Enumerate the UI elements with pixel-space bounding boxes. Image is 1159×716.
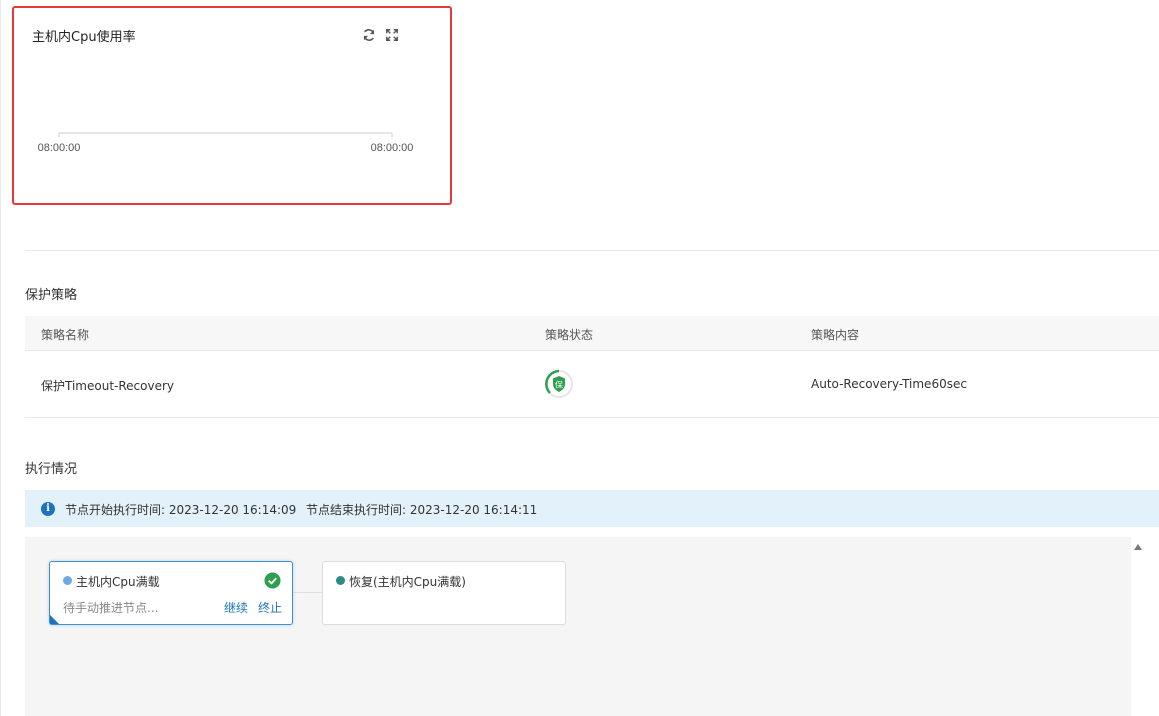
x-tick-label: 08:00:00 [38,142,81,154]
node-start-time: 节点开始执行时间: 2023-12-20 16:14:09 [65,503,297,517]
column-header-name: 策略名称 [41,328,90,342]
table-row: 保护Timeout-Recovery 保 Auto-Recovery-Time6… [25,351,1159,418]
flow-node-recovery[interactable]: 恢复(主机内Cpu满载) [322,561,566,625]
flow-connector [293,592,322,593]
info-icon: i [41,502,55,516]
strategy-section-title: 保护策略 [25,288,78,303]
node-status-dot [336,576,345,585]
node-title: 恢复(主机内Cpu满载) [349,575,466,589]
node-status-text: 待手动推进节点... [63,601,159,615]
node-end-time: 节点结束执行时间: 2023-12-20 16:14:11 [306,503,538,517]
strategy-status-shield-icon: 保 [545,369,573,398]
refresh-icon[interactable] [362,28,378,44]
terminate-link[interactable]: 终止 [258,599,282,616]
node-status-dot [63,576,72,585]
continue-link[interactable]: 继续 [224,599,248,616]
x-tick-label: 08:00:00 [371,142,414,154]
chart-title: 主机内Cpu使用率 [32,30,136,45]
execution-info-bar: i 节点开始执行时间: 2023-12-20 16:14:09 节点结束执行时间… [25,490,1159,527]
fullscreen-icon[interactable] [385,28,401,44]
strategy-table: 策略名称 策略状态 策略内容 保护Timeout-Recovery 保 Auto… [25,316,1159,418]
strategy-name: 保护Timeout-Recovery [41,379,174,393]
execution-section-title: 执行情况 [25,462,78,477]
cpu-usage-chart-card: 08:00:00 08:00:00 主机内Cpu使用率 [12,6,452,205]
flow-node-cpu-load[interactable]: 主机内Cpu满载 待手动推进节点... 继续 终止 [49,561,293,625]
scroll-up-arrow-icon[interactable] [1133,542,1143,552]
selected-corner-marker [50,615,59,624]
node-title: 主机内Cpu满载 [76,575,160,589]
section-divider [25,250,1159,251]
strategy-content: Auto-Recovery-Time60sec [811,377,967,391]
page-left-border [0,0,1,716]
table-header: 策略名称 策略状态 策略内容 [25,316,1159,351]
check-circle-icon [264,572,281,589]
column-header-status: 策略状态 [545,328,594,342]
column-header-content: 策略内容 [811,328,860,342]
status-badge-text: 保 [555,380,563,390]
